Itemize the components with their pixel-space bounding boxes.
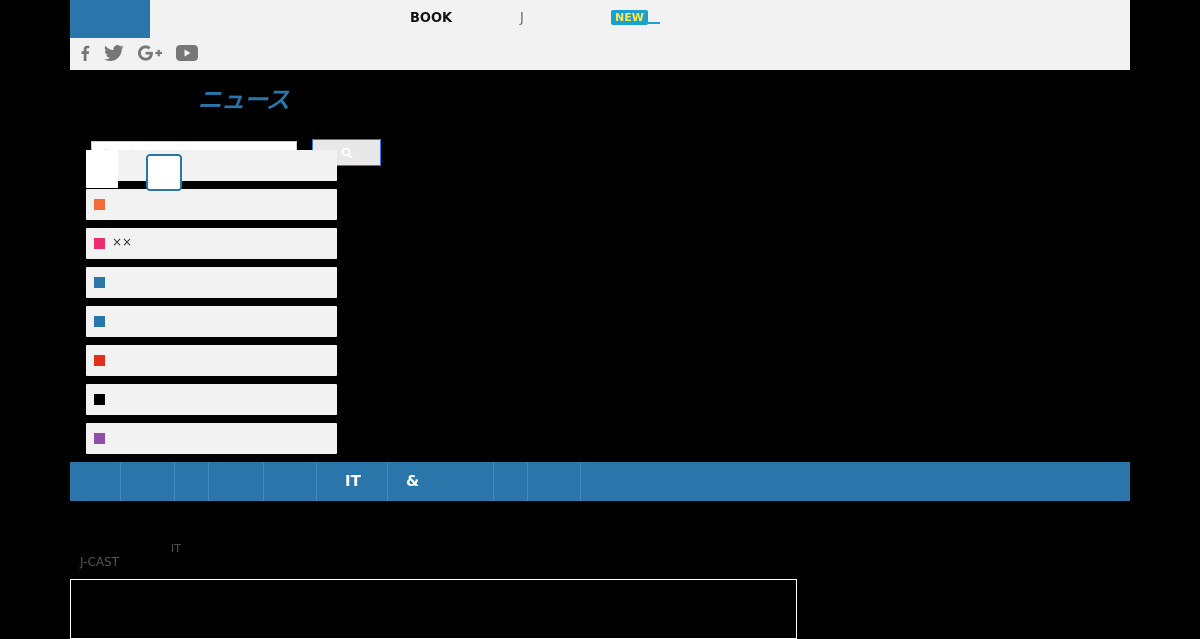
- category-item[interactable]: [86, 150, 337, 181]
- popup-fragment: [86, 150, 118, 188]
- book-link[interactable]: BOOK: [410, 11, 452, 26]
- youtube-icon[interactable]: [176, 45, 198, 61]
- twitter-icon[interactable]: [104, 45, 124, 61]
- focus-box[interactable]: [146, 154, 182, 191]
- nav-item-amp[interactable]: &: [406, 472, 419, 490]
- nav-divider: [527, 462, 528, 501]
- nav-divider: [493, 462, 494, 501]
- category-color-icon: [94, 433, 105, 444]
- category-item[interactable]: [86, 345, 337, 376]
- category-item[interactable]: [86, 267, 337, 298]
- new-underline: [648, 22, 660, 24]
- social-links: [80, 44, 198, 62]
- brand-title[interactable]: ニュース: [198, 80, 290, 115]
- breadcrumb-it[interactable]: IT: [171, 542, 181, 555]
- j-link[interactable]: J: [520, 11, 524, 26]
- nav-divider: [387, 462, 388, 501]
- top-bar: BOOK J NEW: [70, 0, 1130, 70]
- category-item[interactable]: [86, 189, 337, 220]
- nav-divider: [263, 462, 264, 501]
- category-label: ××: [112, 235, 133, 249]
- breadcrumb-jcast[interactable]: J-CAST: [80, 555, 119, 569]
- category-color-icon: [94, 394, 105, 405]
- main-nav: IT &: [70, 462, 1130, 501]
- category-color-icon: [94, 355, 105, 366]
- nav-divider: [316, 462, 317, 501]
- category-list: ××: [86, 150, 337, 462]
- new-badge[interactable]: NEW: [611, 10, 648, 25]
- content-frame: [70, 579, 797, 639]
- nav-divider: [120, 462, 121, 501]
- nav-divider: [580, 462, 581, 501]
- google-plus-icon[interactable]: [138, 45, 162, 61]
- nav-divider: [208, 462, 209, 501]
- site-logo[interactable]: [70, 0, 150, 38]
- category-item[interactable]: ××: [86, 228, 337, 259]
- category-color-icon: [94, 238, 105, 249]
- category-item[interactable]: [86, 306, 337, 337]
- category-color-icon: [94, 199, 105, 210]
- category-color-icon: [94, 277, 105, 288]
- category-color-icon: [94, 316, 105, 327]
- facebook-icon[interactable]: [80, 45, 90, 61]
- search-icon: [341, 147, 353, 159]
- category-item[interactable]: [86, 423, 337, 454]
- category-item[interactable]: [86, 384, 337, 415]
- nav-divider: [174, 462, 175, 501]
- nav-item-it[interactable]: IT: [345, 472, 361, 490]
